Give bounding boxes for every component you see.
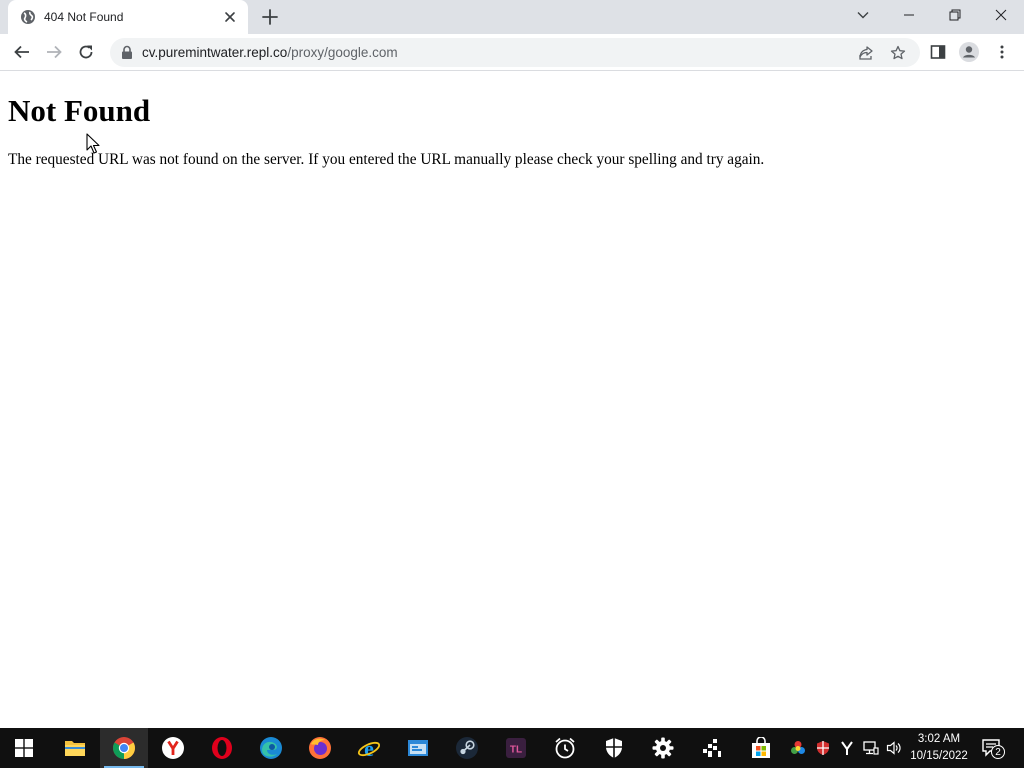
taskbar-edge[interactable] — [247, 728, 295, 768]
close-tab-icon[interactable] — [222, 9, 238, 25]
network-icon — [863, 741, 879, 755]
url-path: /proxy/google.com — [287, 45, 398, 60]
firefox-icon — [309, 737, 331, 759]
taskbar-steam[interactable] — [443, 728, 491, 768]
svg-text:e: e — [364, 736, 374, 760]
avatar-icon — [959, 42, 979, 62]
store-icon — [752, 737, 770, 758]
action-center-button[interactable]: 2 — [981, 736, 1005, 760]
folder-icon — [65, 741, 85, 756]
taskbar-alarm-clock[interactable] — [541, 728, 589, 768]
close-window-button[interactable] — [978, 0, 1024, 30]
side-panel-button[interactable] — [926, 40, 950, 64]
tl-app-icon: TL — [506, 738, 526, 758]
taskbar-xbox-game-bar[interactable] — [688, 728, 736, 768]
taskbar-file-explorer[interactable] — [51, 728, 99, 768]
arrow-left-icon — [14, 45, 29, 59]
clock-date: 10/15/2022 — [910, 750, 968, 762]
taskbar-yandex-browser[interactable] — [149, 728, 197, 768]
taskbar-microsoft-store[interactable] — [737, 728, 785, 768]
start-button[interactable] — [0, 728, 48, 768]
windows-logo-icon — [15, 739, 33, 757]
url-text[interactable]: cv.puremintwater.repl.co/proxy/google.co… — [142, 45, 398, 60]
bookmark-button[interactable] — [887, 42, 909, 64]
profile-button[interactable] — [957, 40, 981, 64]
taskbar-windows-security[interactable] — [590, 728, 638, 768]
kebab-menu-icon — [1000, 45, 1004, 59]
taskbar-windows-app[interactable] — [394, 728, 442, 768]
windows-taskbar: e TL 3:02 AM 10/15/2022 2 — [0, 728, 1024, 768]
arrow-right-icon — [47, 45, 62, 59]
browser-toolbar: cv.puremintwater.repl.co/proxy/google.co… — [0, 34, 1024, 71]
gear-icon — [652, 737, 674, 759]
steam-icon — [456, 737, 478, 759]
tab-title: 404 Not Found — [44, 10, 124, 24]
tab-strip: 404 Not Found — [0, 0, 1024, 34]
menu-button[interactable] — [990, 40, 1014, 64]
tray-network[interactable] — [861, 728, 881, 768]
share-icon — [859, 46, 873, 60]
yandex-icon — [162, 737, 184, 759]
page-title: Not Found — [8, 93, 151, 128]
clock-time: 3:02 AM — [917, 733, 961, 745]
reload-button[interactable] — [74, 40, 98, 64]
red-shield-icon — [817, 741, 829, 755]
side-panel-icon — [930, 45, 946, 59]
internet-explorer-icon: e — [357, 736, 381, 760]
reload-icon — [79, 45, 93, 59]
notification-count-badge: 2 — [991, 745, 1005, 759]
chevron-down-icon — [857, 12, 869, 19]
back-button[interactable] — [10, 40, 34, 64]
address-bar[interactable]: cv.puremintwater.repl.co/proxy/google.co… — [110, 38, 920, 67]
globe-icon — [21, 10, 35, 24]
error-message: The requested URL was not found on the s… — [8, 151, 765, 168]
restore-button[interactable] — [932, 0, 978, 30]
taskbar-opera[interactable] — [198, 728, 246, 768]
taskbar-settings[interactable] — [639, 728, 687, 768]
minimize-icon — [904, 14, 914, 16]
opera-icon — [212, 737, 232, 759]
url-host: cv.puremintwater.repl.co — [142, 45, 288, 60]
share-button[interactable] — [855, 42, 877, 64]
tab-search-button[interactable] — [840, 0, 886, 30]
edge-icon — [260, 737, 282, 759]
tray-colorful-app[interactable] — [788, 728, 808, 768]
minimize-button[interactable] — [886, 0, 932, 30]
star-icon — [890, 45, 906, 60]
yandex-tray-icon — [841, 741, 853, 755]
svg-text:TL: TL — [510, 745, 522, 756]
close-icon — [995, 9, 1007, 21]
taskbar-clock[interactable]: 3:02 AM 10/15/2022 — [904, 731, 974, 765]
chrome-icon — [113, 737, 135, 759]
alarm-clock-icon — [555, 737, 575, 759]
shield-icon — [606, 738, 622, 758]
window-app-icon — [408, 740, 428, 756]
colorful-app-icon — [791, 741, 805, 754]
restore-icon — [949, 9, 961, 21]
mouse-cursor-icon — [86, 133, 100, 154]
web-page-content: Not Found The requested URL was not foun… — [0, 72, 1024, 728]
taskbar-firefox[interactable] — [296, 728, 344, 768]
taskbar-app-tl[interactable]: TL — [492, 728, 540, 768]
forward-button[interactable] — [42, 40, 66, 64]
game-bar-icon — [703, 739, 721, 757]
tray-volume[interactable] — [884, 728, 904, 768]
taskbar-chrome[interactable] — [100, 728, 148, 768]
tray-yandex[interactable] — [837, 728, 857, 768]
new-tab-button[interactable] — [259, 6, 281, 28]
volume-icon — [886, 741, 901, 755]
tray-shield-app[interactable] — [813, 728, 833, 768]
lock-icon[interactable] — [120, 45, 134, 60]
taskbar-internet-explorer[interactable]: e — [345, 728, 393, 768]
tab-404-not-found[interactable]: 404 Not Found — [8, 0, 248, 34]
